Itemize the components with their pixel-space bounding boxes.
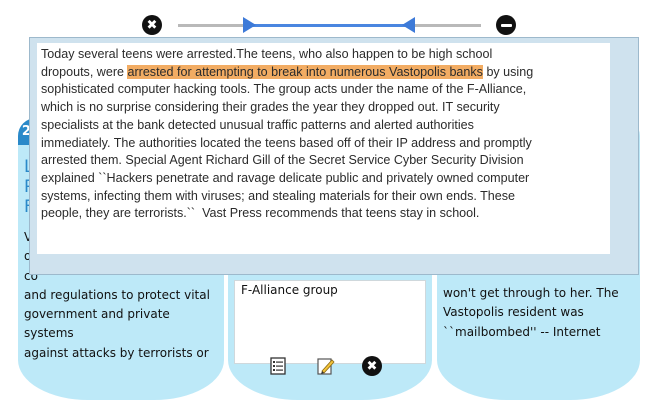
slider-handle-right[interactable] [402, 17, 415, 33]
list-icon[interactable] [268, 356, 288, 376]
right-panel-text: won't get through to her. The Vastopolis… [443, 284, 633, 342]
close-circle-icon[interactable]: ✖ [142, 15, 162, 35]
left-line-5: government and private systems [24, 307, 170, 341]
slider-handle-left[interactable] [243, 17, 256, 33]
center-toolbar: ✖ [268, 356, 398, 380]
article-text: Today several teens were arrested.The te… [41, 46, 609, 223]
article-popup: Today several teens were arrested.The te… [29, 37, 639, 275]
slider-range[interactable] [246, 24, 408, 27]
edit-icon[interactable] [316, 356, 336, 376]
article-body: Today several teens were arrested.The te… [37, 43, 610, 254]
right-line-2: Vastopolis resident was [443, 305, 584, 320]
left-line-6: against attacks by terrorists or [24, 345, 209, 360]
close-icon[interactable]: ✖ [362, 356, 382, 376]
article-text-after: by using sophisticated computer hacking … [41, 64, 534, 221]
minus-circle-icon[interactable] [496, 15, 516, 35]
slider-track-left [178, 24, 246, 27]
article-highlight[interactable]: arrested for attempting to break into nu… [127, 64, 483, 79]
right-line-3: ``mailbombed'' -- Internet [443, 324, 601, 339]
center-box-text: F-Alliance group [241, 283, 338, 297]
left-line-4: and regulations to protect vital [24, 287, 210, 302]
center-notes-box[interactable]: F-Alliance group [234, 280, 426, 364]
right-line-1: won't get through to her. The [443, 286, 619, 300]
slider-track-right [413, 24, 481, 27]
